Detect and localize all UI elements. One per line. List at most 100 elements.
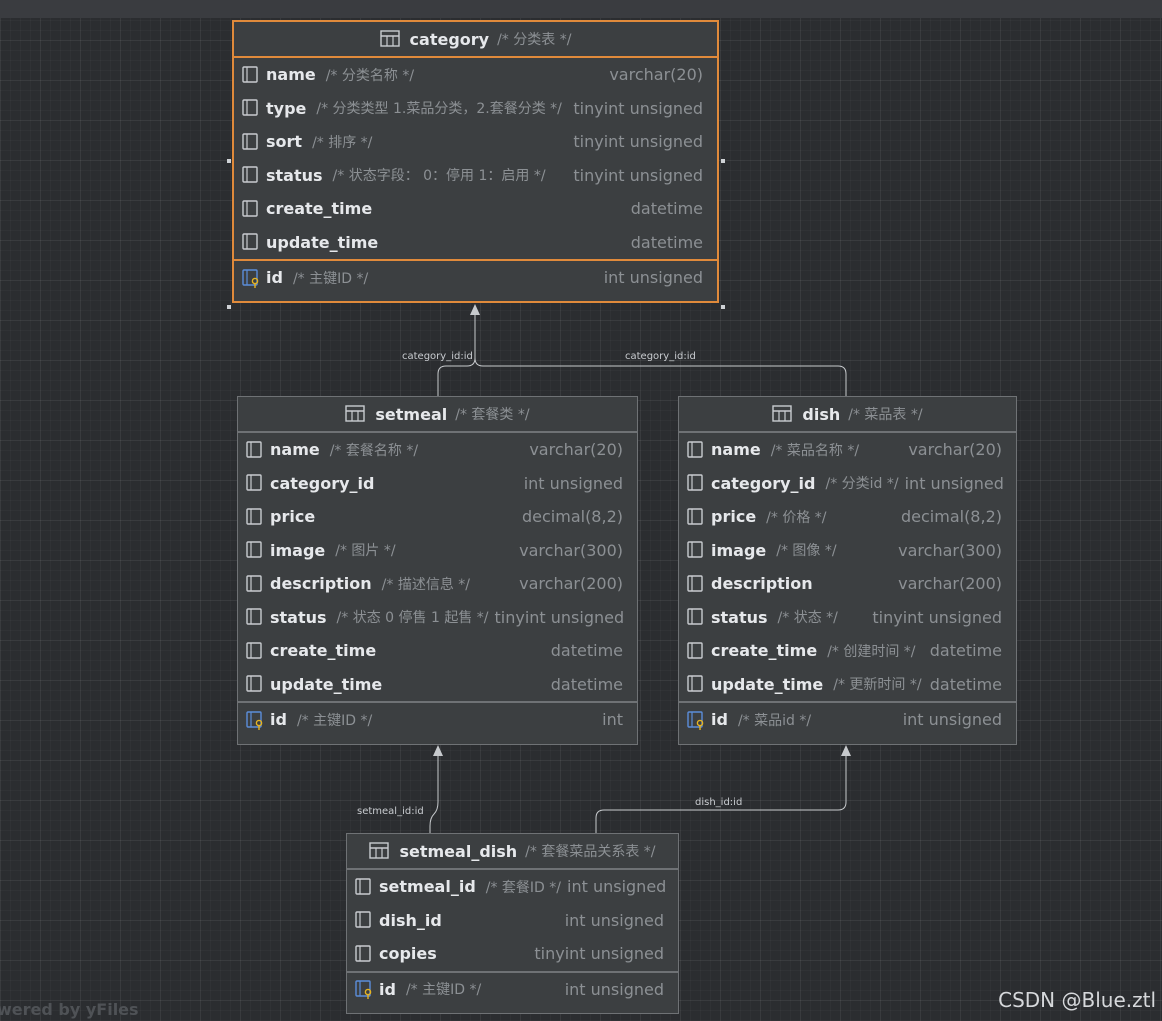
column-row[interactable]: update_time datetime [234, 226, 717, 260]
column-name: name [711, 440, 761, 460]
resize-handle[interactable] [721, 305, 725, 309]
column-name: sort [266, 132, 303, 152]
column-name: copies [379, 944, 437, 964]
table-comment: /* 套餐类 */ [455, 407, 530, 423]
column-type: varchar(300) [519, 540, 623, 560]
column-type: decimal(8,2) [521, 507, 623, 527]
column-row[interactable]: image /* 图片 */ varchar(300) [238, 534, 637, 568]
column-row[interactable]: update_time /* 更新时间 */ datetime [679, 668, 1016, 702]
column-type: varchar(300) [898, 540, 1002, 560]
resize-handle[interactable] [721, 159, 725, 163]
column-row[interactable]: name /* 菜品名称 */ varchar(20) [679, 433, 1016, 467]
column-name: type [266, 98, 307, 118]
table-comment: /* 套餐菜品关系表 */ [525, 844, 656, 860]
column-comment: /* 图片 */ [335, 543, 396, 560]
table-header[interactable]: dish /* 菜品表 */ [679, 397, 1016, 433]
column-name: setmeal_id [379, 877, 476, 897]
column-row[interactable]: type /* 分类类型 1.菜品分类，2.套餐分类 */ tinyint unsi… [234, 92, 717, 126]
table-header[interactable]: setmeal_dish /* 套餐菜品关系表 */ [347, 834, 678, 870]
table-header[interactable]: setmeal /* 套餐类 */ [238, 397, 637, 433]
column-comment: /* 价格 */ [766, 509, 827, 526]
column-icon [246, 508, 262, 525]
column-icon [687, 642, 703, 659]
column-row[interactable]: status /* 状态 0 停售 1 起售 */ tinyint unsigned [238, 601, 637, 635]
column-icon [687, 675, 703, 692]
column-row[interactable]: name /* 套餐名称 */ varchar(20) [238, 433, 637, 467]
column-name: image [270, 540, 326, 560]
column-type: int unsigned [564, 979, 664, 999]
column-type: int unsigned [567, 877, 667, 897]
column-icon [687, 608, 703, 625]
column-row[interactable]: description varchar(200) [679, 567, 1016, 601]
column-type: datetime [550, 674, 623, 694]
column-row[interactable]: dish_id int unsigned [347, 904, 678, 938]
column-name: update_time [266, 232, 379, 252]
column-icon [687, 508, 703, 525]
primary-key-row[interactable]: id /* 菜品id */ int unsigned [679, 703, 1016, 737]
column-icon [246, 541, 262, 558]
column-type: varchar(20) [908, 440, 1002, 460]
column-comment: /* 分类类型 1.菜品分类，2.套餐分类 */ [316, 101, 562, 118]
column-icon [687, 541, 703, 558]
resize-handle[interactable] [227, 159, 231, 163]
table-name: setmeal_dish [399, 841, 518, 861]
column-comment: /* 套餐名称 */ [329, 442, 419, 459]
table-header[interactable]: category /* 分类表 */ [234, 22, 717, 58]
column-row[interactable]: category_id /* 分类id */ int unsigned [679, 467, 1016, 501]
column-type: int unsigned [902, 710, 1002, 730]
column-comment: /* 描述信息 */ [381, 576, 470, 593]
column-row[interactable]: update_time datetime [238, 668, 637, 702]
column-name: update_time [270, 674, 383, 694]
column-row[interactable]: copies tinyint unsigned [347, 937, 678, 971]
table-setmeal[interactable]: setmeal /* 套餐类 */ name /* 套餐名称 */ varchar(… [237, 396, 638, 745]
column-type: decimal(8,2) [900, 507, 1002, 527]
column-type: tinyint unsigned [534, 944, 664, 964]
column-row[interactable]: description /* 描述信息 */ varchar(200) [238, 567, 637, 601]
primary-key-icon [246, 711, 263, 730]
column-icon [355, 945, 371, 962]
column-type: int unsigned [564, 910, 664, 930]
column-row[interactable]: price /* 价格 */ decimal(8,2) [679, 500, 1016, 534]
resize-handle[interactable] [227, 305, 231, 309]
column-name: update_time [711, 674, 824, 694]
edge-label-setmealdish-setmeal: setmeal_id:id [357, 806, 424, 817]
column-icon [242, 166, 258, 183]
column-row[interactable]: status /* 状态字段： 0：停用 1：启用 */ tinyint unsig… [234, 159, 717, 193]
table-category[interactable]: category /* 分类表 */ name /* 分类名称 */ varchar… [232, 20, 719, 303]
table-setmeal-dish[interactable]: setmeal_dish /* 套餐菜品关系表 */ setmeal_id /* … [346, 833, 679, 1014]
column-type: datetime [630, 232, 703, 252]
column-comment: /* 状态 0 停售 1 起售 */ [336, 610, 489, 627]
column-row[interactable]: sort /* 排序 */ tinyint unsigned [234, 125, 717, 159]
column-name: status [270, 607, 327, 627]
primary-key-icon [687, 711, 704, 730]
column-comment: /* 套餐ID */ [485, 879, 562, 896]
column-row[interactable]: create_time datetime [238, 634, 637, 668]
column-row[interactable]: create_time /* 创建时间 */ datetime [679, 634, 1016, 668]
column-icon [246, 608, 262, 625]
column-name: image [711, 540, 767, 560]
column-row[interactable]: create_time datetime [234, 192, 717, 226]
column-row[interactable]: setmeal_id /* 套餐ID */ int unsigned [347, 870, 678, 904]
column-row[interactable]: name /* 分类名称 */ varchar(20) [234, 58, 717, 92]
table-icon [379, 30, 400, 47]
primary-key-row[interactable]: id /* 主键ID */ int unsigned [234, 261, 717, 295]
column-comment: /* 图像 */ [776, 543, 837, 560]
column-row[interactable]: status /* 状态 */ tinyint unsigned [679, 601, 1016, 635]
table-dish[interactable]: dish /* 菜品表 */ name /* 菜品名称 */ varchar(20)… [678, 396, 1017, 745]
column-row[interactable]: category_id int unsigned [238, 467, 637, 501]
column-type: tinyint unsigned [872, 607, 1002, 627]
column-row[interactable]: price decimal(8,2) [238, 500, 637, 534]
column-type: tinyint unsigned [573, 98, 703, 118]
primary-key-row[interactable]: id /* 主键ID */ int unsigned [347, 973, 678, 1007]
column-type: tinyint unsigned [494, 607, 625, 627]
column-icon [687, 474, 703, 491]
column-row[interactable]: image /* 图像 */ varchar(300) [679, 534, 1016, 568]
column-comment: /* 分类id */ [825, 476, 899, 493]
primary-key-icon [355, 980, 372, 1000]
column-type: int unsigned [904, 473, 1004, 493]
column-icon [355, 911, 371, 928]
primary-key-row[interactable]: id /* 主键ID */ int [238, 703, 637, 737]
column-type: datetime [929, 641, 1002, 661]
table-icon [369, 842, 390, 859]
column-name: dish_id [379, 910, 442, 930]
